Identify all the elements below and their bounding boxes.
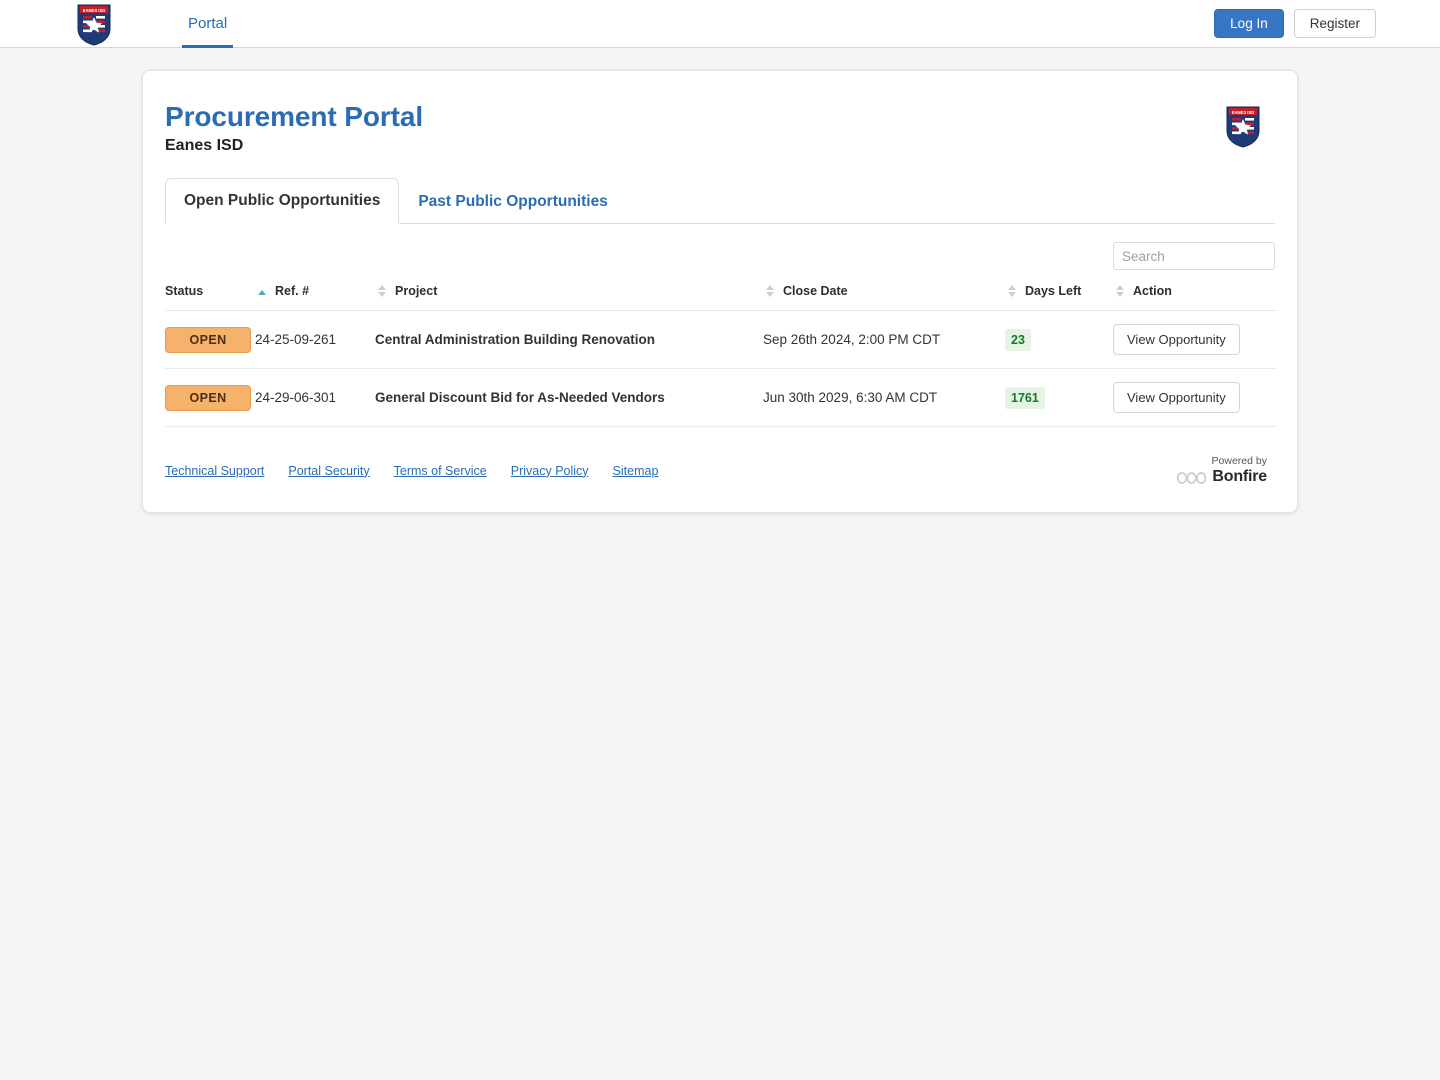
eanes-isd-logo-icon: EANES ISD (77, 4, 111, 46)
sort-ascending-icon[interactable] (255, 290, 269, 297)
search-input[interactable] (1113, 242, 1275, 270)
table-body: OPEN 24-25-09-261 Central Administration… (165, 310, 1277, 427)
nav-item-portal[interactable]: Portal (182, 0, 234, 48)
sort-toggle-icon[interactable] (375, 285, 389, 297)
column-label-action: Action (1133, 284, 1172, 298)
svg-text:EANES ISD: EANES ISD (83, 7, 106, 12)
register-button[interactable]: Register (1293, 8, 1376, 39)
card-header: Procurement Portal Eanes ISD EANES ISD (165, 93, 1275, 177)
days-left-badge: 23 (1005, 328, 1031, 351)
table-header-row: Status Ref. # Project Close Date Days Le… (165, 280, 1277, 311)
opportunities-table: Status Ref. # Project Close Date Days Le… (165, 280, 1277, 427)
sort-toggle-icon[interactable] (1005, 285, 1019, 297)
cell-project: Central Administration Building Renovati… (375, 310, 763, 369)
footer-link-technical-support[interactable]: Technical Support (165, 464, 264, 478)
opportunity-tabs: Open Public Opportunities Past Public Op… (165, 177, 1275, 224)
card-footer: Technical Support Portal Security Terms … (165, 427, 1275, 512)
procurement-portal-card: Procurement Portal Eanes ISD EANES ISD O… (142, 70, 1298, 513)
table-row: OPEN 24-25-09-261 Central Administration… (165, 310, 1277, 369)
sort-toggle-icon[interactable] (1113, 285, 1127, 297)
bonfire-brand: Bonfire (1177, 468, 1267, 486)
view-opportunity-button[interactable]: View Opportunity (1113, 324, 1240, 355)
view-opportunity-button[interactable]: View Opportunity (1113, 382, 1240, 413)
tab-past-public-opportunities[interactable]: Past Public Opportunities (399, 179, 626, 224)
cell-days-left: 23 (1005, 310, 1113, 369)
sort-toggle-icon[interactable] (763, 285, 777, 297)
column-label-days-left: Days Left (1025, 284, 1082, 298)
column-header-ref[interactable]: Ref. # (255, 280, 375, 311)
footer-links: Technical Support Portal Security Terms … (165, 464, 658, 478)
svg-text:EANES ISD: EANES ISD (1232, 110, 1255, 115)
table-header: Status Ref. # Project Close Date Days Le… (165, 280, 1277, 311)
eanes-isd-logo-icon: EANES ISD (1226, 106, 1260, 148)
column-header-action: Action (1113, 280, 1277, 311)
cell-status: OPEN (165, 310, 255, 369)
search-row (165, 224, 1275, 280)
column-header-status[interactable]: Status (165, 280, 255, 311)
status-badge: OPEN (165, 384, 251, 411)
bonfire-binoculars-icon (1177, 471, 1207, 484)
cell-status: OPEN (165, 368, 255, 427)
page-title: Procurement Portal (165, 101, 424, 132)
column-label-close-date: Close Date (783, 284, 848, 298)
table-row: OPEN 24-29-06-301 General Discount Bid f… (165, 368, 1277, 427)
auth-actions: Log In Register (1214, 8, 1424, 39)
cell-action: View Opportunity (1113, 310, 1277, 369)
days-left-badge: 1761 (1005, 386, 1045, 409)
top-navigation-bar: EANES ISD Portal Log In Register (0, 0, 1440, 48)
column-label-ref: Ref. # (275, 284, 310, 298)
column-header-close-date[interactable]: Close Date (763, 280, 1005, 311)
tab-open-public-opportunities[interactable]: Open Public Opportunities (165, 178, 400, 224)
cell-close-date: Jun 30th 2029, 6:30 AM CDT (763, 368, 1005, 427)
status-badge: OPEN (165, 326, 251, 353)
footer-link-terms-of-service[interactable]: Terms of Service (394, 464, 487, 478)
title-block: Procurement Portal Eanes ISD (165, 101, 423, 155)
footer-link-privacy-policy[interactable]: Privacy Policy (511, 464, 589, 478)
log-in-button[interactable]: Log In (1214, 8, 1284, 39)
column-header-days-left[interactable]: Days Left (1005, 280, 1113, 311)
cell-days-left: 1761 (1005, 368, 1113, 427)
organization-name: Eanes ISD (165, 137, 244, 154)
cell-ref: 24-25-09-261 (255, 310, 375, 369)
cell-action: View Opportunity (1113, 368, 1277, 427)
powered-by-bonfire: Powered by Bonfire (1177, 455, 1267, 486)
powered-by-label: Powered by (1211, 455, 1267, 467)
cell-project: General Discount Bid for As-Needed Vendo… (375, 368, 763, 427)
cell-ref: 24-29-06-301 (255, 368, 375, 427)
footer-link-portal-security[interactable]: Portal Security (288, 464, 369, 478)
column-header-project[interactable]: Project (375, 280, 763, 311)
bonfire-wordmark: Bonfire (1212, 468, 1267, 485)
column-label-project: Project (395, 284, 438, 298)
primary-nav: Portal (182, 0, 234, 48)
footer-link-sitemap[interactable]: Sitemap (613, 464, 659, 478)
column-label-status: Status (165, 284, 204, 298)
cell-close-date: Sep 26th 2024, 2:00 PM CDT (763, 310, 1005, 369)
